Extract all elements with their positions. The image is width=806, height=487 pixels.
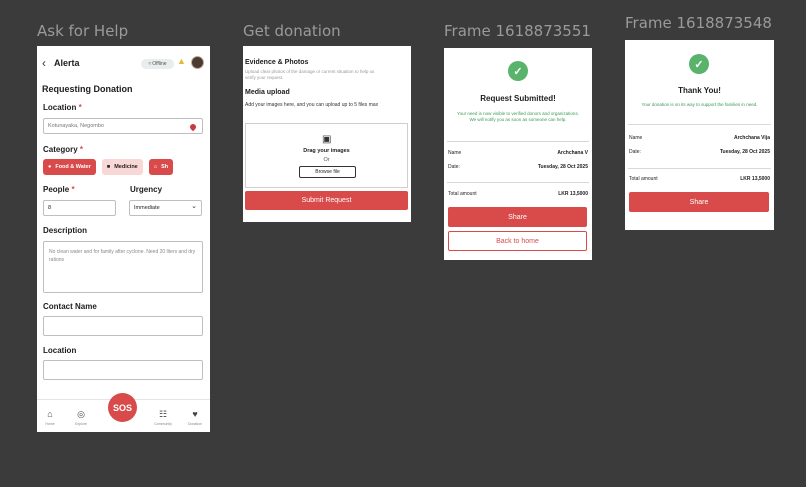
wifi-off-icon: ≈ <box>148 61 152 67</box>
donation-icon: ♥ <box>192 409 198 419</box>
total-row: Total amount LKR 13,5000 <box>629 176 770 182</box>
frame-label-ask-for-help: Ask for Help <box>37 22 129 40</box>
get-donation-screen: Evidence & Photos Upload clear photos of… <box>243 46 411 222</box>
submit-request-button[interactable]: Submit Request <box>245 191 408 210</box>
page-title: Requesting Donation <box>42 84 133 94</box>
top-bar: ‹ Alerta ≈ Offline ▲ <box>37 56 210 72</box>
water-drop-icon: ● <box>48 164 52 170</box>
people-input[interactable]: 8 <box>43 200 116 216</box>
compass-icon: ◎ <box>77 409 85 419</box>
image-upload-icon: ▣ <box>322 134 332 145</box>
contact-name-input[interactable] <box>43 316 203 336</box>
submitted-subtitle: Your need is now visible to verified don… <box>457 111 579 122</box>
media-upload-subtitle: Add your images here, and you can upload… <box>245 102 379 108</box>
date-row: Date: Tuesday, 28 Oct 2025 <box>448 164 588 170</box>
tab-home[interactable]: ⌂ Home <box>40 409 60 426</box>
check-icon: ✓ <box>689 54 709 74</box>
drag-images-text: Drag your images <box>303 148 350 154</box>
browse-file-button[interactable]: Browse file <box>299 166 356 178</box>
frame-label-thank-you: Frame 1618873548 <box>625 14 772 32</box>
thanks-subtitle: Your donation is on its way to support t… <box>641 102 758 107</box>
back-icon[interactable]: ‹ <box>42 56 46 70</box>
name-row: Name Archchana V <box>448 150 588 156</box>
or-text: Or <box>323 157 330 163</box>
frame-label-get-donation: Get donation <box>243 22 341 40</box>
request-submitted-screen: ✓ Request Submitted! Your need is now vi… <box>444 48 592 260</box>
submitted-title: Request Submitted! <box>480 94 556 103</box>
share-button[interactable]: Share <box>629 192 769 212</box>
category-label: Category * <box>43 145 84 154</box>
thanks-title: Thank You! <box>678 86 721 95</box>
location-input[interactable]: Kotunayaka, Negombo <box>43 118 203 134</box>
evidence-title: Evidence & Photos <box>245 59 309 66</box>
share-button[interactable]: Share <box>448 207 587 227</box>
offline-label: Offline <box>152 61 167 67</box>
back-to-home-button[interactable]: Back to home <box>448 231 587 251</box>
bell-icon[interactable]: ▲ <box>177 56 186 66</box>
category-chip-food-water[interactable]: ● Food & Water <box>43 159 96 175</box>
location-value: Kotunayaka, Negombo <box>48 123 104 129</box>
date-row: Date: Tuesday, 28 Oct 2025 <box>629 149 770 155</box>
divider <box>628 124 771 125</box>
contact-name-label: Contact Name <box>43 302 97 311</box>
brand-title: Alerta <box>54 58 80 68</box>
people-label: People * <box>43 185 75 194</box>
location-label-2: Location <box>43 346 77 355</box>
divider <box>447 141 589 142</box>
avatar[interactable] <box>191 56 204 69</box>
category-chip-shelter[interactable]: ⌂ Sh <box>148 159 174 175</box>
map-pin-icon <box>188 122 198 132</box>
offline-badge: ≈ Offline <box>141 59 174 69</box>
description-label: Description <box>43 226 88 235</box>
home-icon: ⌂ <box>153 164 158 170</box>
check-icon: ✓ <box>508 61 528 81</box>
category-chips: ● Food & Water ■ Medicine ⌂ Sh <box>43 159 210 175</box>
description-textarea[interactable]: No clean water and for family after cycl… <box>43 241 203 293</box>
evidence-subtitle: Upload clear photos of the damage or cur… <box>245 69 375 80</box>
description-value: No clean water and for family after cycl… <box>49 249 196 263</box>
total-row: Total amount LKR 13,5000 <box>448 191 588 197</box>
image-dropzone[interactable]: ▣ Drag your images Or Browse file <box>245 123 408 188</box>
chevron-down-icon: ⌄ <box>191 203 197 210</box>
location-label: Location * <box>43 103 82 112</box>
thank-you-screen: ✓ Thank You! Your donation is on its way… <box>625 40 774 230</box>
media-upload-title: Media upload <box>245 89 290 96</box>
location-input-2[interactable] <box>43 360 203 380</box>
ask-for-help-screen: ‹ Alerta ≈ Offline ▲ Requesting Donation … <box>37 46 210 432</box>
community-icon: ☷ <box>158 409 168 419</box>
divider <box>628 168 771 169</box>
name-row: Name Archchana Vija <box>629 135 770 141</box>
divider <box>447 182 589 183</box>
tab-donation[interactable]: ♥ Donation <box>185 409 205 426</box>
tab-community[interactable]: ☷ Community <box>153 409 173 426</box>
sos-button[interactable]: SOS <box>108 393 137 422</box>
category-chip-medicine[interactable]: ■ Medicine <box>101 159 143 175</box>
medicine-icon: ■ <box>106 164 111 170</box>
bottom-tab-bar: ⌂ Home ◎ Explore SOS ☷ Community ♥ Donation <box>37 393 210 432</box>
frame-label-request-submitted: Frame 1618873551 <box>444 22 591 40</box>
urgency-label: Urgency <box>130 185 163 194</box>
urgency-select[interactable]: Immediate ⌄ <box>129 200 202 216</box>
tab-explore[interactable]: ◎ Explore <box>71 409 91 426</box>
home-icon: ⌂ <box>47 409 53 419</box>
